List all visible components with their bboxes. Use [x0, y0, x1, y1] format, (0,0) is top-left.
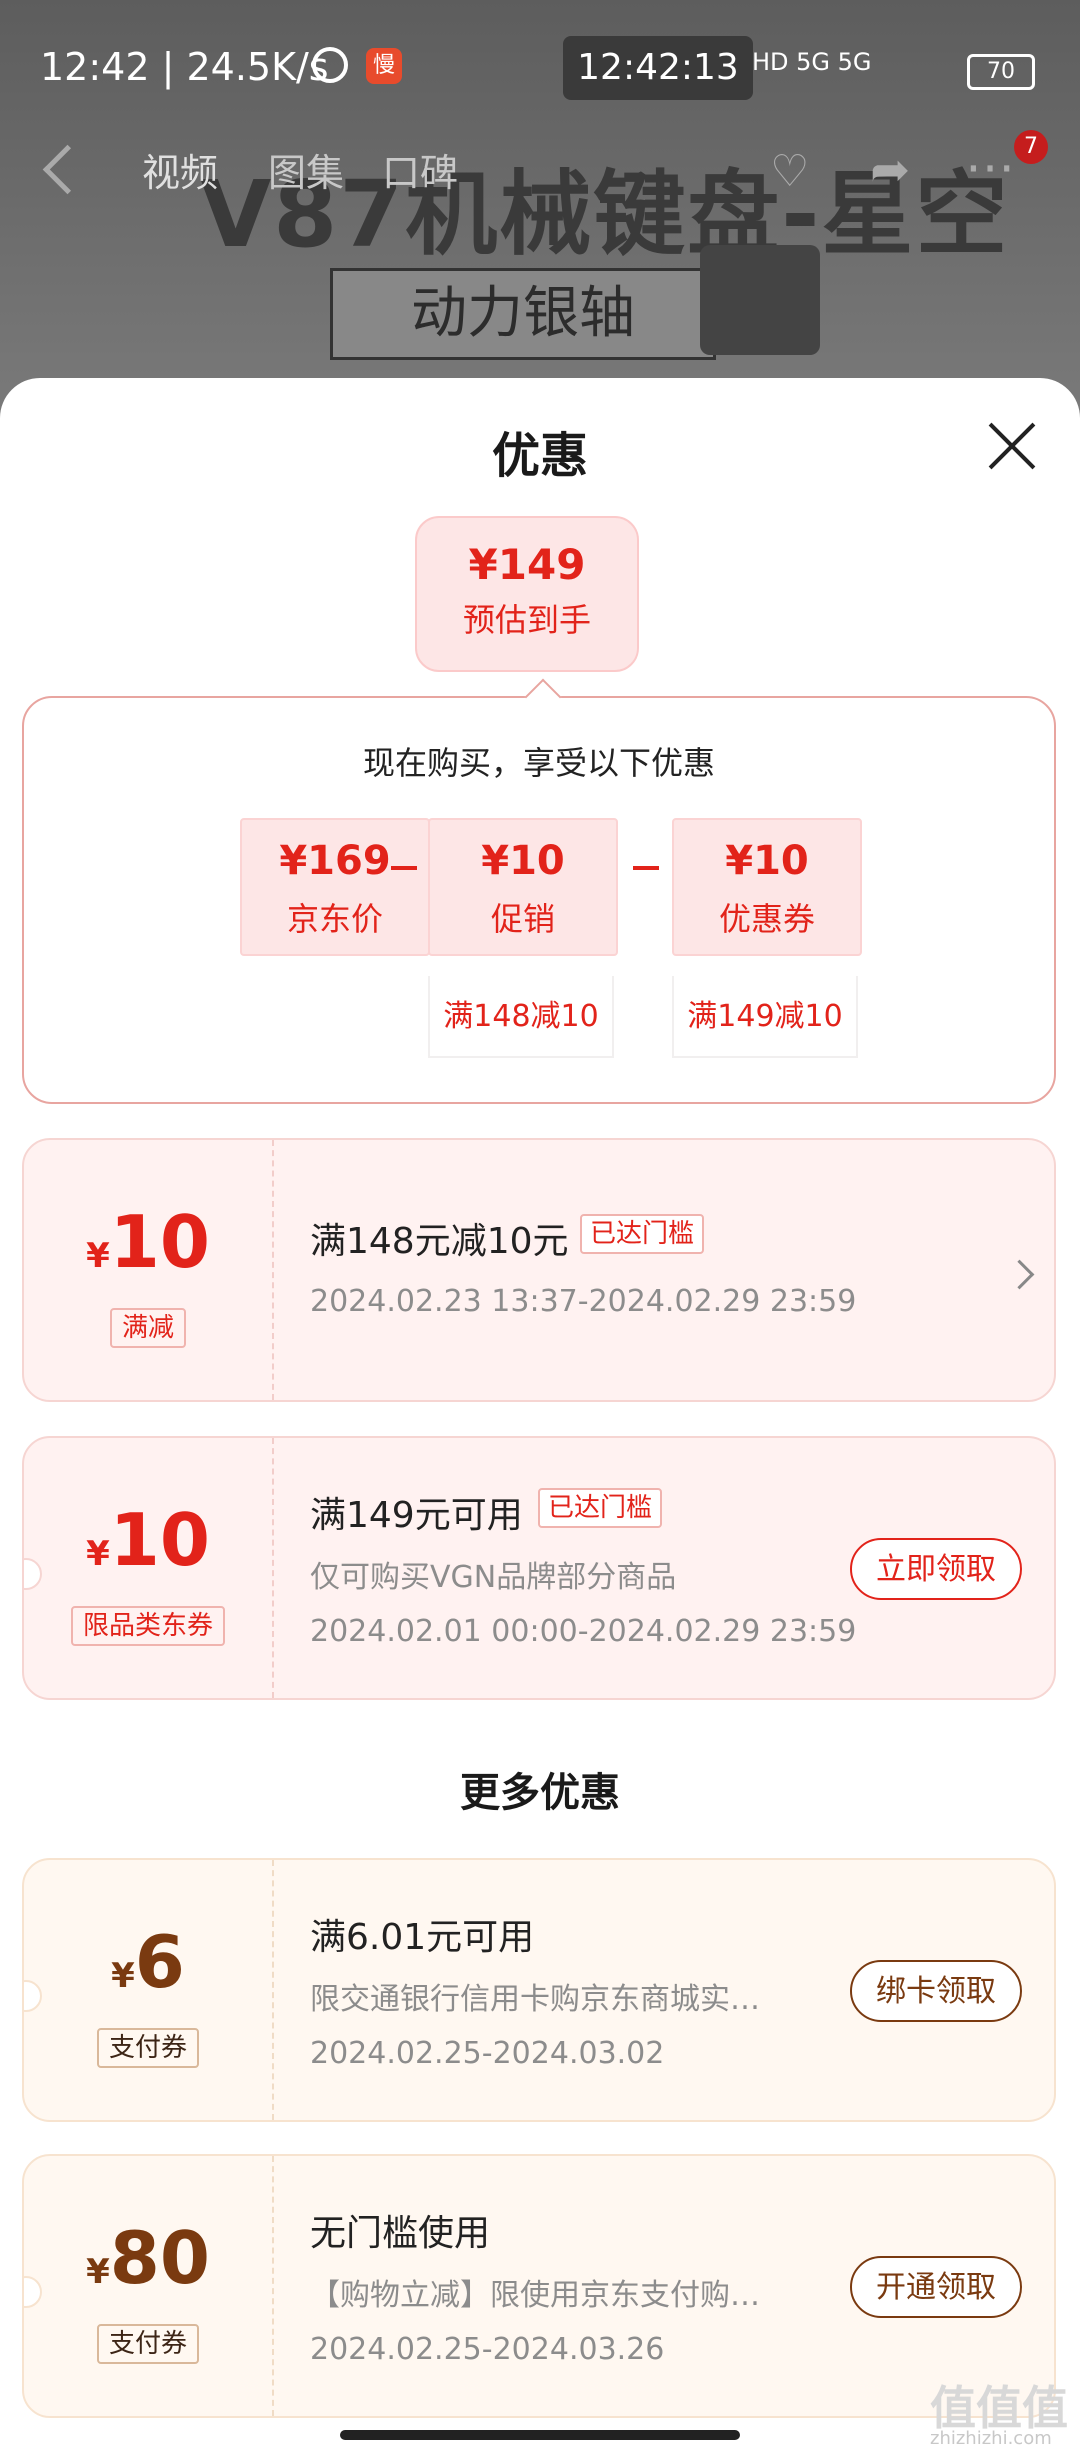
alarm-icon [312, 47, 348, 83]
favorite-icon[interactable]: ♡ [770, 146, 809, 197]
promotion-item: ¥10 促销 [428, 818, 618, 956]
pay-coupon: ¥6 支付券 满6.01元可用 限交通银行信用卡购京东商城实… 2024.02.… [22, 1858, 1056, 2122]
jd-price-item: ¥169 京东价 [240, 818, 430, 956]
coupon-value-area: ¥80 支付券 [24, 2156, 274, 2416]
product-badge: 动力银轴 [330, 268, 716, 360]
minus-sign [633, 866, 659, 870]
jd-price-amount: ¥169 [279, 838, 391, 884]
coupon-date: 2024.02.01 00:00-2024.02.29 23:59 [310, 1614, 857, 1649]
price-breakdown: 现在购买，享受以下优惠 ¥169 京东价 ¥10 促销 满148减10 ¥10 … [22, 678, 1056, 1104]
network-indicator: HD 5G 5G [752, 48, 872, 76]
tab-reviews[interactable]: 口碑 [382, 142, 458, 197]
more-icon[interactable]: ⋯ [965, 138, 1015, 196]
status-bar: 12:42 | 24.5K/s 慢 12:42:13 HD 5G 5G 70 [0, 0, 1080, 130]
more-offers-title: 更多优惠 [460, 1770, 620, 1816]
breakdown-heading: 现在购买，享受以下优惠 [362, 744, 715, 782]
coupon-type-tag: 限品类东券 [70, 1606, 225, 1646]
jd-price-label: 京东价 [286, 900, 383, 938]
coupon-note: 满149减10 [672, 976, 858, 1058]
app-notification-icon: 慢 [366, 48, 402, 84]
promotion-note: 满148减10 [428, 976, 614, 1058]
coupon-value-area: ¥10 满减 [24, 1140, 274, 1400]
coupon-date: 2024.02.23 13:37-2024.02.29 23:59 [310, 1284, 857, 1319]
coupon-value: ¥10 [86, 1200, 210, 1284]
coupon-description: 仅可购买VGN品牌部分商品 [310, 1560, 677, 1595]
coupon-amount: ¥10 [725, 838, 809, 884]
activate-button[interactable]: 开通领取 [850, 2256, 1022, 2318]
minus-sign [391, 866, 417, 870]
watermark-url: zhizhizhi.com [930, 2428, 1052, 2449]
estimated-price: ¥149 [468, 540, 586, 589]
tab-video[interactable]: 视频 [142, 142, 218, 197]
coupon-title: 无门槛使用 [310, 2213, 491, 2254]
coupon-type-tag: 支付券 [96, 2028, 199, 2068]
sheet-title: 优惠 [491, 428, 588, 484]
home-indicator[interactable] [340, 2430, 740, 2440]
coupon-item: ¥10 优惠券 [672, 818, 862, 956]
coupon-description: 【购物立减】限使用京东支付购… [310, 2278, 760, 2313]
coupon-description: 限交通银行信用卡购京东商城实… [310, 1982, 760, 2017]
keyboard-switch-image [700, 245, 820, 355]
coupon-value: ¥6 [111, 1920, 185, 2004]
message-count-badge: 7 [1014, 130, 1048, 164]
product-navbar: 视频 图集 口碑 ♡ ➦ ⋯ 7 [0, 130, 1080, 220]
threshold-met-badge: 已达门槛 [580, 1214, 705, 1254]
product-page-background: V87机械键盘-星空 动力银轴 12:42 | 24.5K/s 慢 12:42:… [0, 0, 1080, 420]
coupon-value: ¥10 [86, 1498, 210, 1582]
coupon-title: 满6.01元可用 [310, 1917, 535, 1958]
coupon-type-tag: 满减 [109, 1308, 186, 1348]
pay-coupon: ¥80 支付券 无门槛使用 【购物立减】限使用京东支付购… 2024.02.25… [22, 2154, 1056, 2418]
battery-icon: 70 [967, 54, 1035, 90]
category-coupon: ¥10 限品类东券 满149元可用 已达门槛 仅可购买VGN品牌部分商品 202… [22, 1436, 1056, 1700]
coupon-date: 2024.02.25-2024.03.02 [310, 2036, 665, 2071]
coupon-date: 2024.02.25-2024.03.26 [310, 2332, 665, 2367]
full-reduction-coupon[interactable]: ¥10 满减 满148元减10元 已达门槛 2024.02.23 13:37-2… [22, 1138, 1056, 1402]
share-icon[interactable]: ➦ [870, 142, 910, 198]
pointer-arrow [524, 678, 562, 716]
close-icon[interactable] [985, 420, 1037, 472]
back-icon[interactable] [42, 144, 93, 195]
coupon-value-area: ¥6 支付券 [24, 1860, 274, 2120]
estimated-price-box: ¥149 预估到手 [415, 516, 639, 672]
claim-now-button[interactable]: 立即领取 [850, 1538, 1022, 1600]
coupon-title: 满149元可用 [310, 1495, 523, 1536]
discount-sheet: 优惠 ¥149 预估到手 现在购买，享受以下优惠 ¥169 京东价 ¥10 促销… [0, 378, 1080, 2460]
status-clock: 12:42:13 [563, 36, 753, 100]
coupon-value: ¥80 [86, 2216, 210, 2300]
coupon-title: 满148元减10元 [310, 1221, 569, 1262]
coupon-value-area: ¥10 限品类东券 [24, 1438, 274, 1698]
coupon-label: 优惠券 [718, 900, 815, 938]
threshold-met-badge: 已达门槛 [538, 1488, 663, 1528]
bind-card-button[interactable]: 绑卡领取 [850, 1960, 1022, 2022]
promotion-label: 促销 [490, 900, 555, 938]
estimated-price-label: 预估到手 [462, 601, 591, 639]
promotion-amount: ¥10 [481, 838, 565, 884]
status-time-speed: 12:42 | 24.5K/s [40, 45, 329, 89]
chevron-right-icon[interactable] [1004, 1259, 1035, 1290]
tab-gallery[interactable]: 图集 [268, 142, 344, 197]
coupon-type-tag: 支付券 [96, 2324, 199, 2364]
